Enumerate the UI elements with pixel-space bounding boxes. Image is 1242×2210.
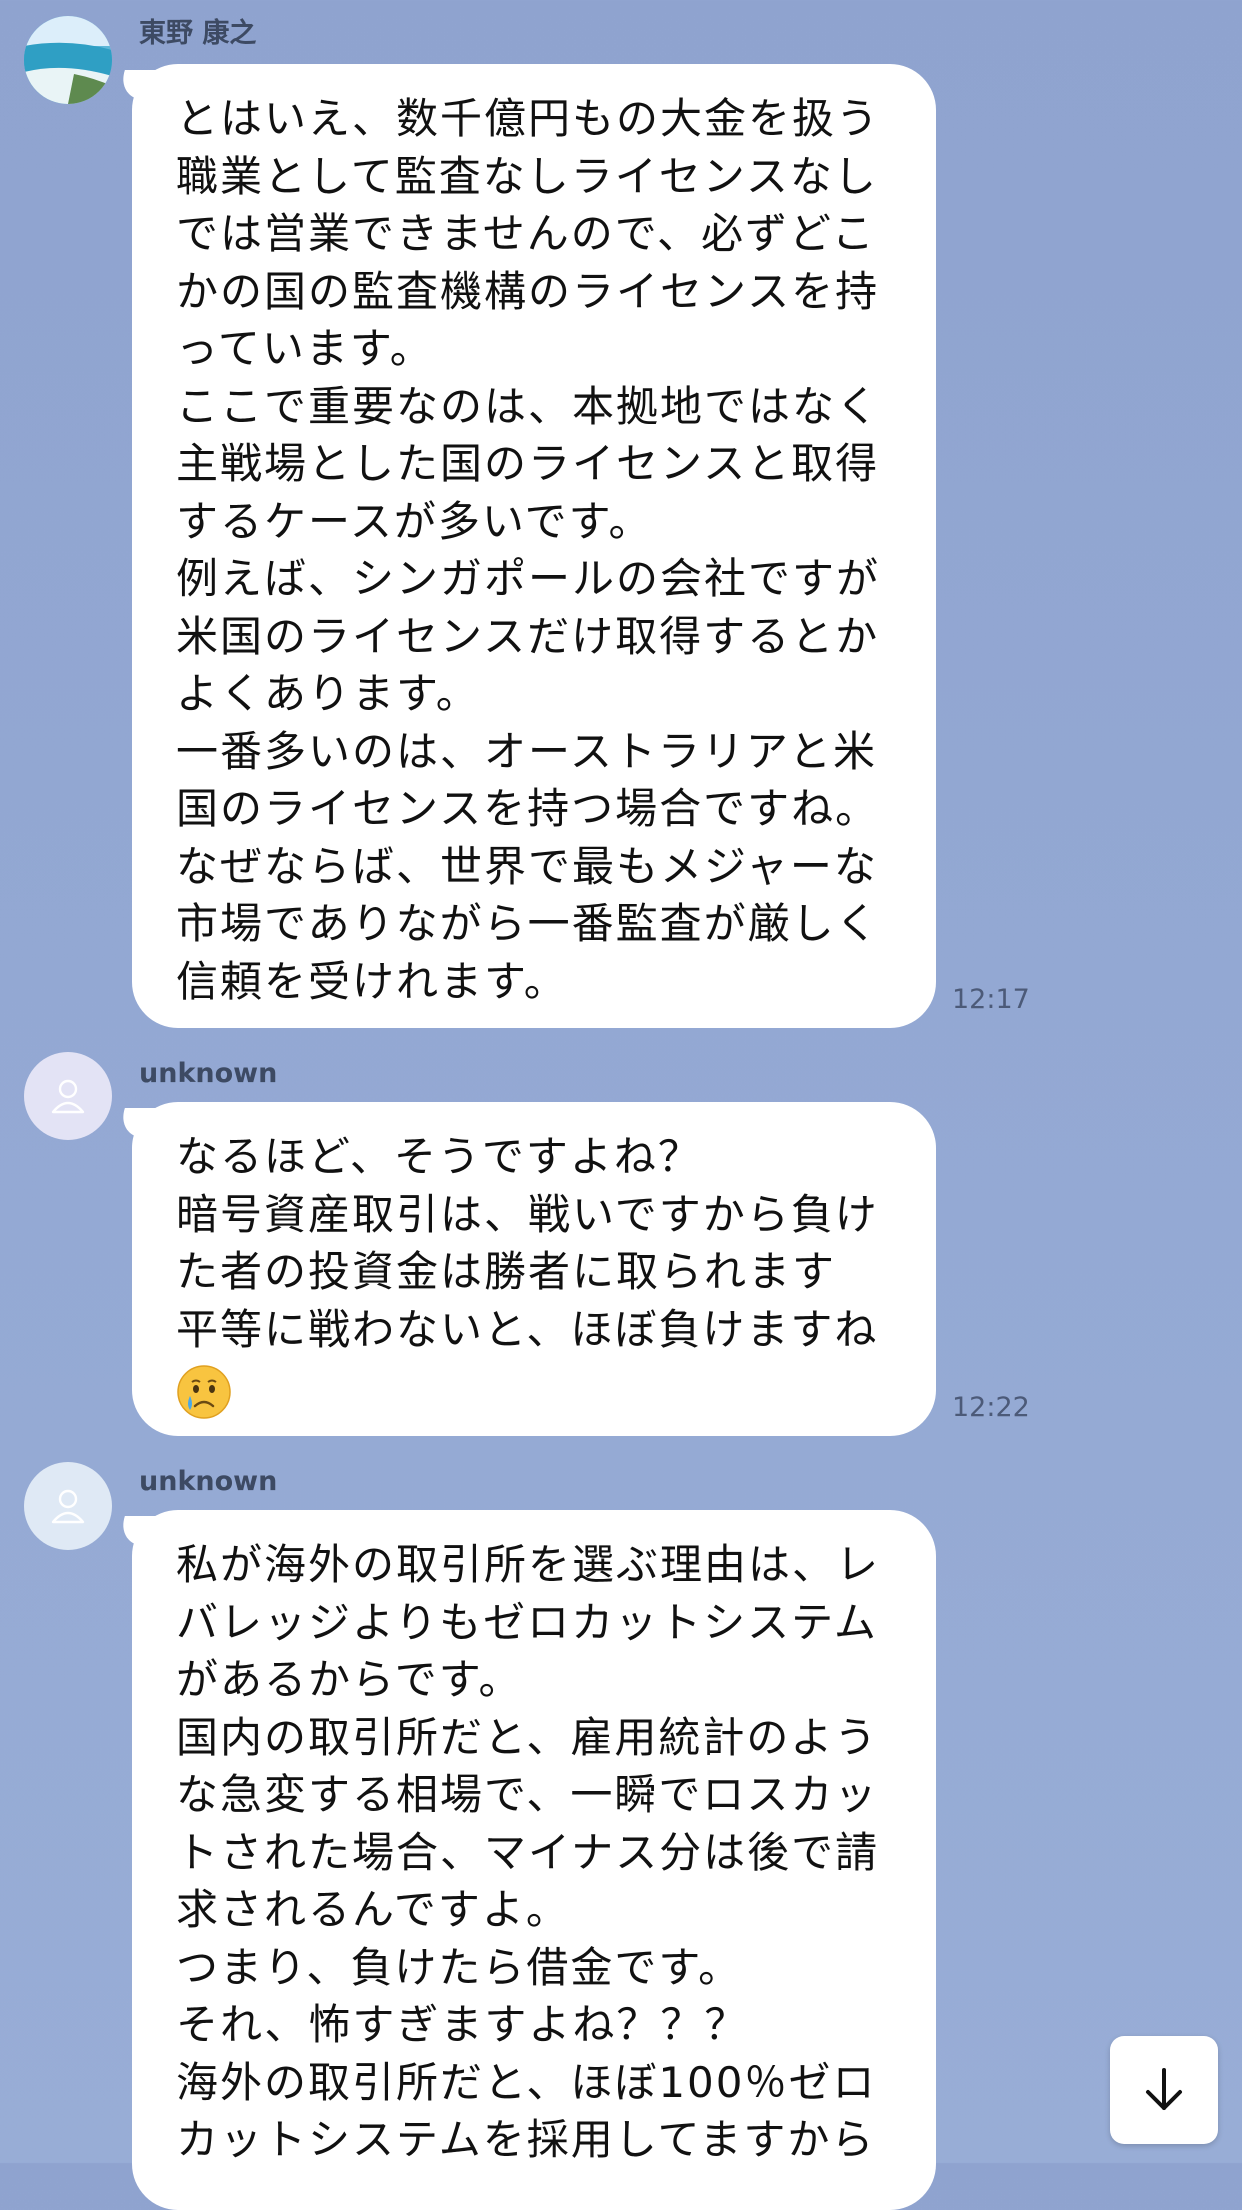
message-bubble[interactable]: とはいえ、数千億円もの大金を扱う 職業として監査なしライセンスなし では営業でき… xyxy=(132,64,936,1028)
crying-face-icon xyxy=(177,1364,231,1419)
message-text-body: なるほど、そうですよね？ 暗号資産取引は、戦いですから負け た者の投資金は勝者に… xyxy=(176,1132,879,1354)
person-icon xyxy=(51,1489,85,1524)
crying-face-emoji xyxy=(176,1364,232,1420)
chat-area[interactable]: 東野 康之 とはいえ、数千億円もの大金を扱う 職業として監査なしライセンスなし … xyxy=(0,0,1242,2210)
message-time: 12:17 xyxy=(952,984,1030,1015)
person-icon xyxy=(51,1079,85,1114)
sender-name: 東野 康之 xyxy=(139,18,257,49)
sender-name: unknown xyxy=(139,1466,278,1497)
message-time: 12:22 xyxy=(952,1392,1030,1423)
arrow-down-icon xyxy=(1146,2068,1182,2110)
scroll-to-bottom-button[interactable] xyxy=(1110,2036,1218,2144)
message-bubble[interactable]: なるほど、そうですよね？ 暗号資産取引は、戦いですから負け た者の投資金は勝者に… xyxy=(132,1102,936,1436)
beach-photo-icon xyxy=(24,16,112,104)
message-text: とはいえ、数千億円もの大金を扱う 職業として監査なしライセンスなし では営業でき… xyxy=(176,94,881,1006)
sender-avatar[interactable] xyxy=(24,16,112,104)
message-text: なるほど、そうですよね？ 暗号資産取引は、戦いですから負け た者の投資金は勝者に… xyxy=(176,1128,896,1420)
message-bubble[interactable]: 私が海外の取引所を選ぶ理由は、レ バレッジよりもゼロカットシステム があるからで… xyxy=(132,1510,936,2210)
sender-avatar[interactable] xyxy=(24,1052,112,1140)
sender-name: unknown xyxy=(139,1058,278,1089)
sender-avatar[interactable] xyxy=(24,1462,112,1550)
message-text: 私が海外の取引所を選ぶ理由は、レ バレッジよりもゼロカットシステム があるからで… xyxy=(176,1540,881,2164)
